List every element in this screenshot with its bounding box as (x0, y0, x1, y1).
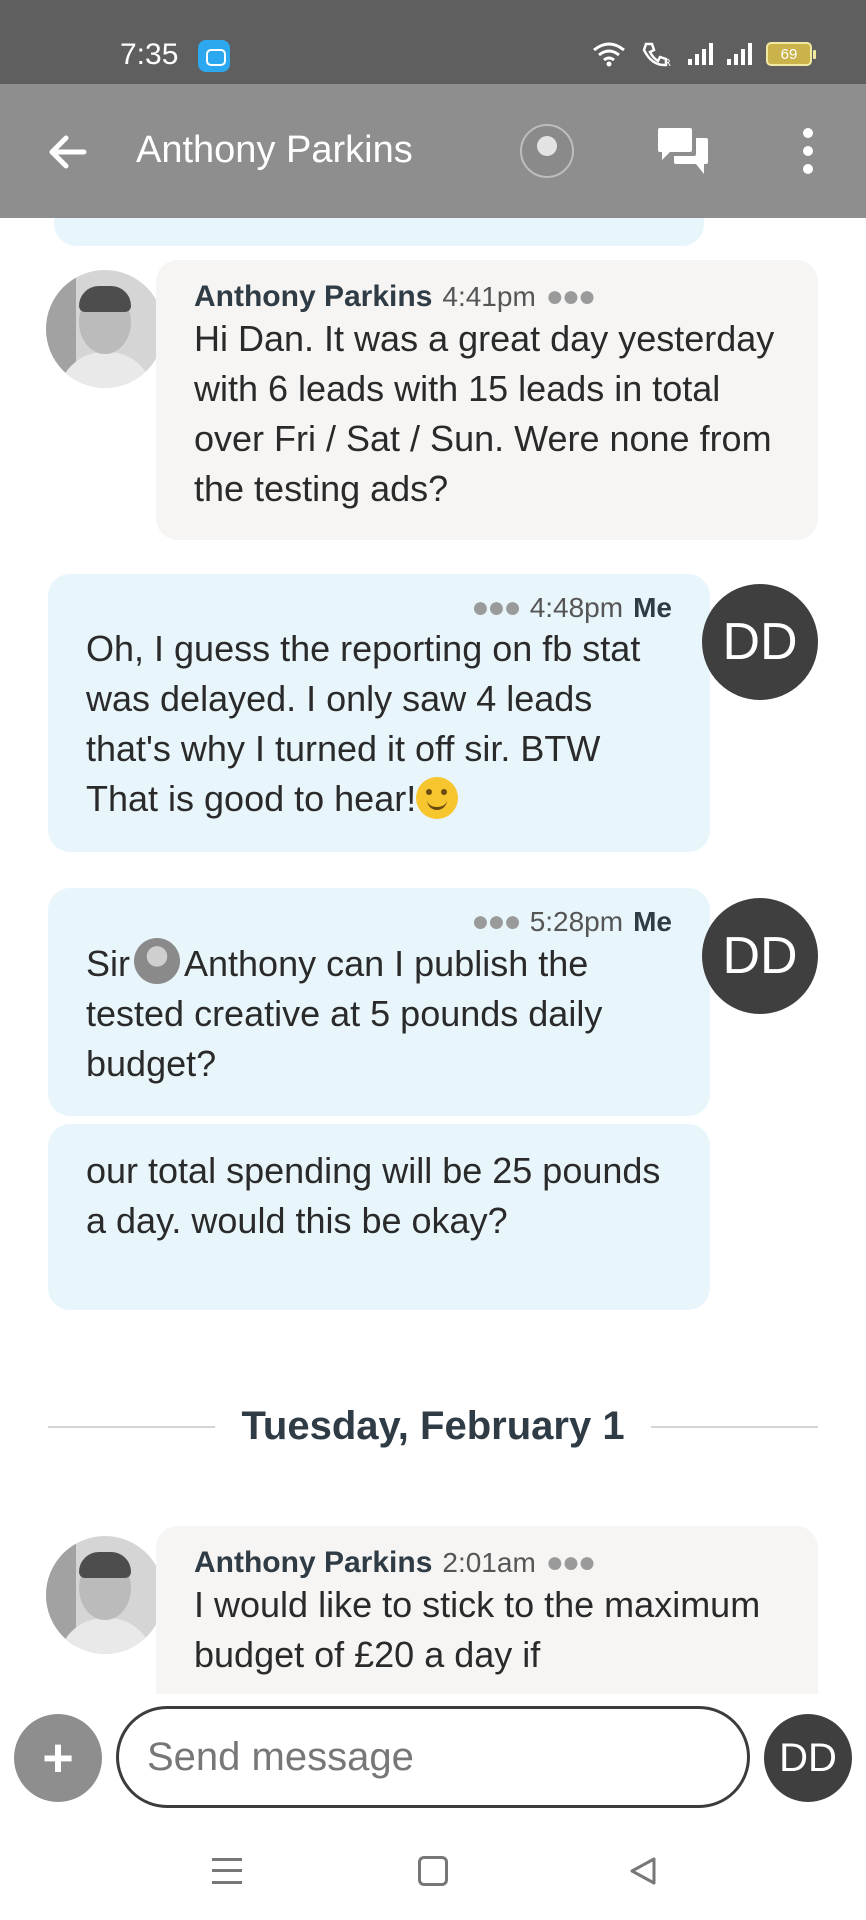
message-text: Oh, I guess the reporting on fb stat was… (86, 628, 641, 819)
message-time: 4:48pm (529, 592, 624, 623)
date-label: Tuesday, February 1 (241, 1404, 625, 1448)
mention-avatar (134, 938, 180, 984)
my-avatar[interactable]: DD (702, 584, 818, 700)
svg-text:R: R (664, 58, 671, 68)
message-options-icon[interactable]: ●●● (546, 282, 596, 312)
status-icons: R 69 (592, 40, 816, 68)
back-arrow-icon[interactable] (44, 128, 92, 176)
chat-bubbles-icon[interactable] (656, 126, 710, 178)
home-icon[interactable] (418, 1856, 448, 1886)
message-time: 2:01am (442, 1547, 536, 1578)
message-text: our total spending will be 25 pounds a d… (86, 1150, 661, 1241)
contact-avatar[interactable] (520, 124, 574, 178)
message-bubble-outgoing[interactable]: our total spending will be 25 pounds a d… (48, 1124, 710, 1310)
conversation-title[interactable]: Anthony Parkins (136, 129, 413, 172)
message-composer: + DD (0, 1694, 866, 1820)
sender-name: Me (633, 906, 672, 937)
message-bubble-outgoing[interactable]: ●●● 5:28pm Me Sir Anthony can I publish t… (48, 888, 710, 1116)
my-avatar[interactable]: DD (702, 898, 818, 1014)
sender-name: Anthony Parkins (194, 1546, 433, 1579)
more-vertical-icon[interactable] (792, 126, 824, 176)
message-meta: ●●● 5:28pm Me (86, 906, 672, 938)
signal-2-icon (727, 43, 752, 65)
sender-name: Me (633, 592, 672, 623)
message-bubble-incoming[interactable]: Anthony Parkins 4:41pm ●●● Hi Dan. It wa… (156, 260, 818, 540)
message-list[interactable]: Anthony Parkins 4:41pm ●●● Hi Dan. It wa… (0, 218, 866, 1694)
message-text: I would like to stick to the maximum bud… (194, 1584, 761, 1675)
wifi-calling-icon: R (642, 42, 671, 68)
message-text: Hi Dan. It was a great day yesterday wit… (194, 318, 775, 509)
message-input[interactable] (116, 1706, 750, 1808)
chat-header: Anthony Parkins (0, 84, 866, 218)
sender-avatar[interactable] (46, 270, 164, 388)
signal-1-icon (688, 43, 713, 65)
previous-message-bubble (54, 218, 704, 246)
message-bubble-outgoing[interactable]: ●●● 4:48pm Me Oh, I guess the reporting … (48, 574, 710, 852)
sender-name: Anthony Parkins (194, 280, 433, 313)
message-bubble-incoming[interactable]: Anthony Parkins 2:01am ●●● I would like … (156, 1526, 818, 1694)
status-time: 7:35 (120, 38, 179, 71)
smiling-face-emoji (416, 777, 459, 819)
message-meta: ●●● 4:48pm Me (86, 592, 672, 624)
status-bar: 7:35 R 69 (0, 0, 866, 84)
wifi-icon (593, 42, 625, 67)
system-back-icon[interactable] (628, 1856, 658, 1886)
my-avatar-small[interactable]: DD (764, 1714, 852, 1802)
date-divider: Tuesday, February 1 (48, 1404, 819, 1449)
message-options-icon[interactable]: ●●● (471, 907, 521, 937)
battery-icon: 69 (766, 42, 816, 66)
recent-apps-icon[interactable] (212, 1858, 242, 1884)
message-time: 4:41pm (442, 281, 536, 312)
message-text: Sir Anthony can I publish the tested crea… (86, 938, 672, 1089)
message-meta: Anthony Parkins 2:01am ●●● (194, 1546, 780, 1580)
message-options-icon[interactable]: ●●● (471, 593, 521, 623)
notification-app-icon (198, 40, 230, 72)
message-meta: Anthony Parkins 4:41pm ●●● (194, 280, 780, 314)
message-options-icon[interactable]: ●●● (546, 1548, 596, 1578)
system-navigation-bar (0, 1820, 866, 1920)
add-attachment-button[interactable]: + (14, 1714, 102, 1802)
message-time: 5:28pm (529, 906, 624, 937)
sender-avatar[interactable] (46, 1536, 164, 1654)
